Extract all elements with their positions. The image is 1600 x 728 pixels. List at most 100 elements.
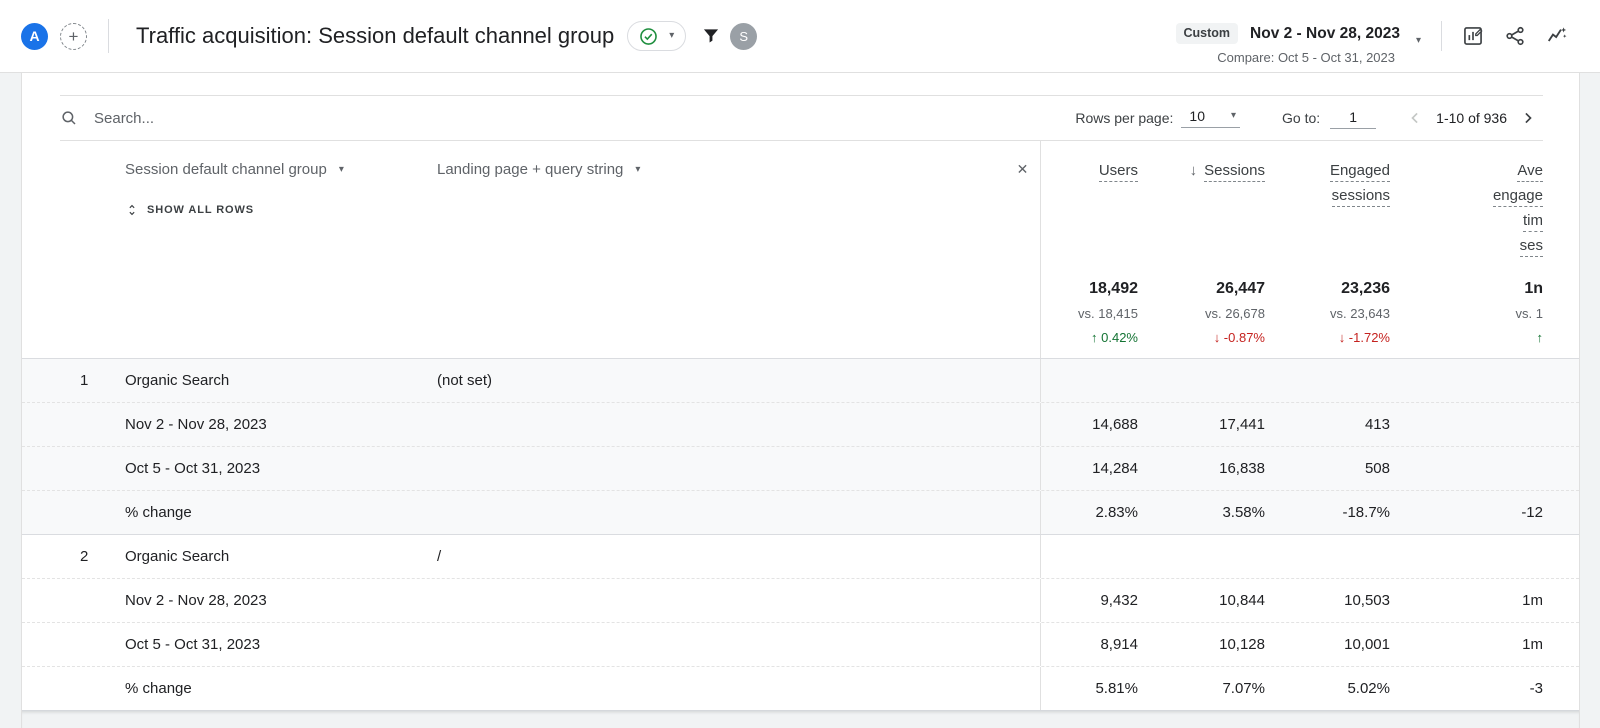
users-pct: 5.81% [1040, 667, 1140, 710]
table-header: Session default channel group ▾ SHOW ALL… [60, 141, 1543, 358]
metric-label-engaged[interactable]: Engaged [1330, 162, 1390, 182]
edit-chart-icon [1462, 25, 1484, 47]
avg-engagement-pct: -12 [1392, 491, 1545, 534]
metric-label-avg4[interactable]: ses [1520, 237, 1543, 257]
pct-change-label: % change [125, 667, 1040, 710]
pagination-range-label: 1-10 of 936 [1436, 110, 1507, 126]
metric-label-avg1[interactable]: Ave [1517, 162, 1543, 182]
show-all-rows-button[interactable]: SHOW ALL ROWS [125, 202, 437, 218]
total-change: ↓ -1.72% [1267, 330, 1390, 346]
filter-button[interactable] [701, 26, 721, 46]
dimension-label: Landing page + query string [437, 161, 623, 178]
totals-users: 18,492 vs. 18,415 ↑ 0.42% [1041, 279, 1138, 346]
add-comparison-button[interactable]: + [60, 23, 87, 50]
insights-button[interactable] [1536, 16, 1578, 56]
channel-cell: Organic Search [125, 359, 437, 402]
engaged-sessions-value: 10,503 [1267, 579, 1392, 622]
metric-header: Engaged sessions [1267, 158, 1390, 208]
period-label: Nov 2 - Nov 28, 2023 [125, 579, 1040, 622]
show-all-rows-label: SHOW ALL ROWS [147, 204, 254, 216]
report-status-button[interactable]: ▾ [627, 21, 686, 51]
app-bar: A + Traffic acquisition: Session default… [0, 0, 1600, 73]
collaborator-avatar[interactable]: S [730, 23, 757, 50]
page-title: Traffic acquisition: Session default cha… [136, 23, 614, 49]
total-vs: vs. 23,643 [1267, 306, 1390, 322]
chevron-down-icon: ▾ [1231, 111, 1236, 121]
report-table-card: Rows per page: 10 ▾ Go to: 1-10 of 936 [21, 73, 1580, 728]
date-range-selector[interactable]: Custom Nov 2 - Nov 28, 2023 ▾ [1176, 23, 1421, 44]
period-label: Oct 5 - Oct 31, 2023 [125, 623, 1040, 666]
share-button[interactable] [1494, 16, 1536, 56]
total-value: 1n [1392, 279, 1543, 299]
avg-engagement-value [1392, 403, 1545, 446]
table-scroll-shadow [22, 710, 1579, 728]
landing-page-cell: (not set) [437, 359, 1005, 402]
metric-column-avg-engagement-time: Ave engage tim ses 1n vs. 1 ↑ [1392, 141, 1545, 358]
unfold-more-icon [125, 202, 139, 218]
filter-icon [701, 26, 721, 46]
rows-per-page-select[interactable]: 10 ▾ [1181, 108, 1240, 128]
metric-label-engaged2[interactable]: sessions [1332, 187, 1390, 207]
account-avatar[interactable]: A [21, 23, 48, 50]
edit-report-button[interactable] [1452, 16, 1494, 56]
dimension-select-channel-group[interactable]: Session default channel group ▾ [125, 161, 344, 178]
metric-label-sessions[interactable]: Sessions [1204, 162, 1265, 182]
metric-label-users[interactable]: Users [1099, 162, 1138, 182]
dimension-select-landing-page[interactable]: Landing page + query string ▾ [437, 161, 640, 178]
table-toolbar: Rows per page: 10 ▾ Go to: 1-10 of 936 [60, 95, 1543, 141]
metric-label-avg3[interactable]: tim [1523, 212, 1543, 232]
metric-column-engaged-sessions: Engaged sessions 23,236 vs. 23,643 ↓ -1.… [1267, 141, 1392, 358]
sessions-pct: 7.07% [1140, 667, 1267, 710]
avg-engagement-value: 1m [1392, 579, 1545, 622]
dimension-label: Session default channel group [125, 161, 327, 178]
chevron-right-icon [1518, 108, 1538, 128]
users-value: 14,688 [1040, 403, 1140, 446]
avg-engagement-value: 1m [1392, 623, 1545, 666]
insights-icon [1546, 25, 1568, 47]
remove-dimension-button[interactable]: ✕ [1017, 161, 1029, 177]
totals-engaged-sessions: 23,236 vs. 23,643 ↓ -1.72% [1267, 279, 1390, 346]
search-input[interactable] [92, 109, 412, 128]
total-value: 26,447 [1140, 279, 1265, 299]
chevron-down-icon: ▾ [669, 31, 674, 41]
table-row-period1: Nov 2 - Nov 28, 2023 9,432 10,844 10,503… [22, 578, 1579, 622]
table-row-pct-change: % change 5.81% 7.07% 5.02% -3 [22, 666, 1579, 710]
date-preset-badge: Custom [1176, 23, 1239, 44]
metric-header: Ave engage tim ses [1392, 158, 1543, 258]
users-value: 9,432 [1040, 579, 1140, 622]
metric-column-sessions: ↓Sessions 26,447 vs. 26,678 ↓ -0.87% [1140, 141, 1267, 358]
table-row-period2: Oct 5 - Oct 31, 2023 8,914 10,128 10,001… [22, 622, 1579, 666]
totals-avg-engagement-time: 1n vs. 1 ↑ [1392, 279, 1543, 346]
engaged-sessions-value: 508 [1267, 447, 1392, 490]
total-change: ↓ -0.87% [1140, 330, 1265, 346]
rows-per-page-value: 10 [1189, 108, 1205, 124]
engaged-sessions-pct: -18.7% [1267, 491, 1392, 534]
table-row-pct-change: % change 2.83% 3.58% -18.7% -12 [22, 490, 1579, 534]
previous-page-button[interactable] [1400, 103, 1430, 133]
date-range-block: Custom Nov 2 - Nov 28, 2023 ▾ Compare: O… [1176, 23, 1421, 65]
total-vs: vs. 26,678 [1140, 306, 1265, 322]
sessions-pct: 3.58% [1140, 491, 1267, 534]
chevron-left-icon [1405, 108, 1425, 128]
chevron-down-icon: ▾ [1416, 36, 1421, 46]
sessions-value: 17,441 [1140, 403, 1267, 446]
metric-label-avg2[interactable]: engage [1493, 187, 1543, 207]
avg-engagement-value [1392, 447, 1545, 490]
avg-engagement-pct: -3 [1392, 667, 1545, 710]
metric-header: ↓Sessions [1140, 158, 1265, 183]
compare-range-label: Compare: Oct 5 - Oct 31, 2023 [1217, 50, 1395, 65]
row-number: 1 [60, 359, 125, 402]
total-change: ↑ [1392, 330, 1543, 346]
row-number-header [60, 141, 125, 358]
table-row-period1: Nov 2 - Nov 28, 2023 14,688 17,441 413 [22, 402, 1579, 446]
next-page-button[interactable] [1513, 103, 1543, 133]
sessions-value: 10,128 [1140, 623, 1267, 666]
goto-page-input[interactable] [1330, 108, 1376, 129]
landing-page-cell: / [437, 535, 1005, 578]
check-circle-icon [639, 27, 658, 46]
divider [1441, 21, 1442, 51]
period-label: Oct 5 - Oct 31, 2023 [125, 447, 1040, 490]
divider [108, 19, 109, 53]
table-body: 1 Organic Search (not set) Nov 2 - Nov 2… [60, 358, 1543, 728]
chevron-down-icon: ▾ [635, 165, 640, 175]
